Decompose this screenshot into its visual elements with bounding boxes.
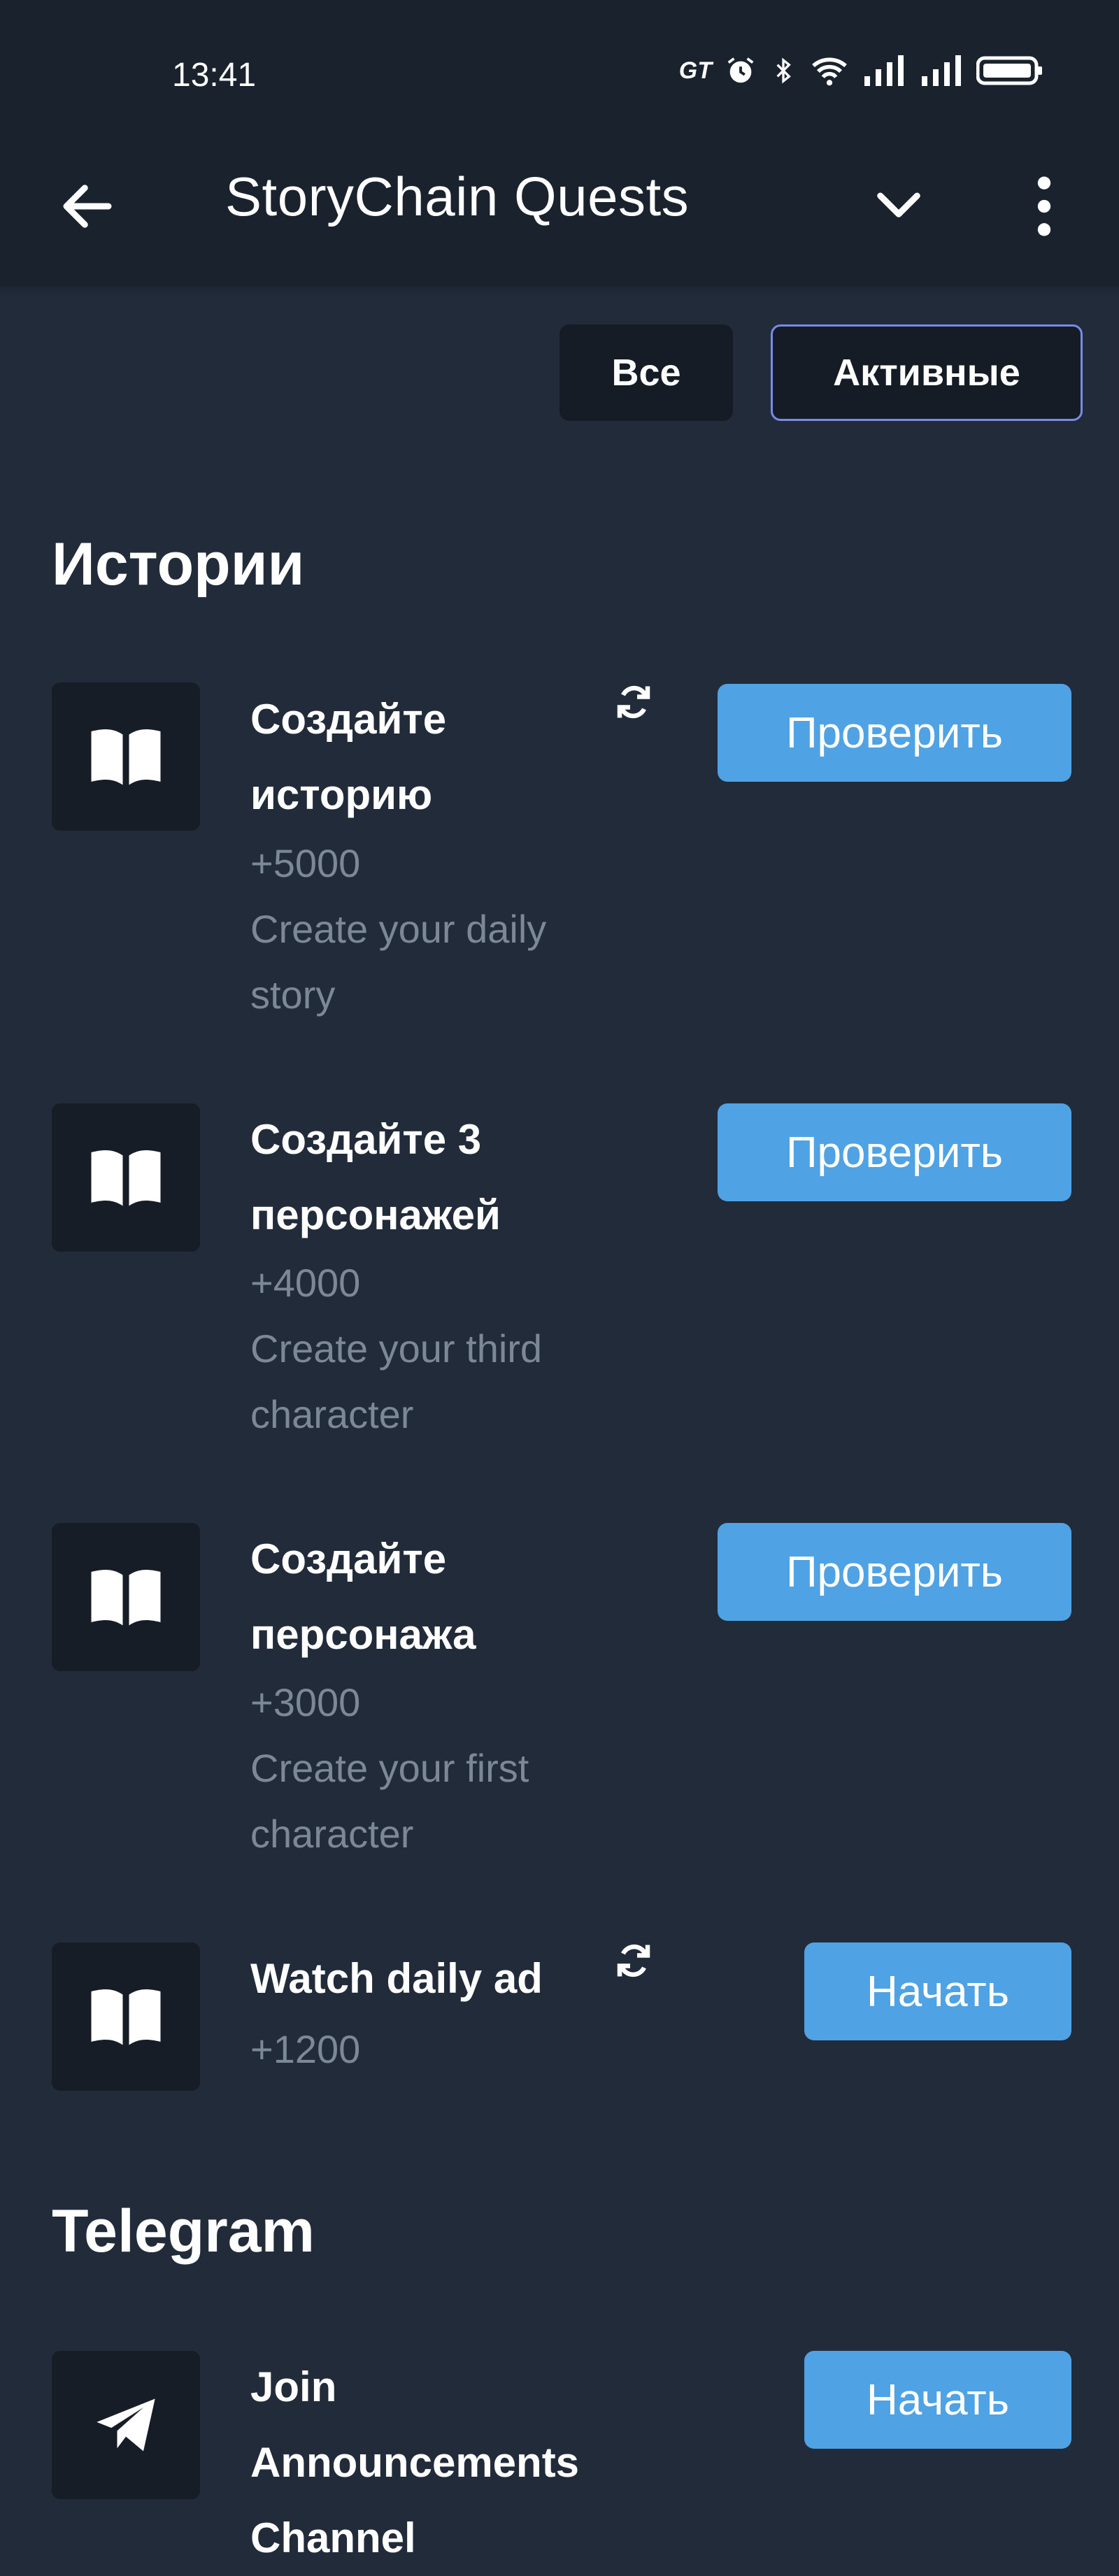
quest-description: Create your daily story xyxy=(250,896,642,1028)
quest-icon-tile xyxy=(52,682,200,831)
wifi-icon xyxy=(812,57,847,86)
signal-icon xyxy=(922,55,961,86)
bluetooth-icon xyxy=(776,57,791,84)
quest-icon-tile xyxy=(52,1942,200,2091)
quest-icon-tile xyxy=(52,2351,200,2499)
book-icon xyxy=(91,1150,161,1206)
filter-active-button[interactable]: Активные xyxy=(771,324,1083,421)
quest-title-line: историю xyxy=(250,771,433,818)
quest-icon-tile xyxy=(52,1103,200,1252)
carrier-badge: GT xyxy=(678,57,712,84)
quest-reward: +1200 xyxy=(250,2027,361,2071)
book-icon xyxy=(91,1989,161,2045)
quest-title: Создайте персонажа xyxy=(250,1522,642,1673)
quest-title-line: персонажа xyxy=(250,1611,476,1658)
refresh-icon xyxy=(617,685,650,719)
quest-reward: +3000 xyxy=(250,1680,361,1724)
check-button[interactable]: Проверить xyxy=(718,1523,1071,1621)
check-button[interactable]: Проверить xyxy=(718,684,1071,782)
status-icons: GT xyxy=(679,55,1043,87)
arrow-left-icon xyxy=(63,185,112,228)
start-button[interactable]: Начать xyxy=(804,1942,1071,2040)
quest-description-line: Create your third xyxy=(250,1326,543,1371)
quest-title-line: Создайте xyxy=(250,696,447,743)
section-title-stories: Истории xyxy=(52,531,305,598)
collapse-button[interactable] xyxy=(867,178,930,234)
quest-title-line: Создайте xyxy=(250,1536,447,1582)
more-vertical-icon xyxy=(1037,176,1051,236)
quest-title: Создайте историю xyxy=(250,682,642,833)
status-bar: 13:41 GT xyxy=(0,0,1119,140)
refresh-icon xyxy=(617,1944,650,1977)
quest-icon-tile xyxy=(52,1523,200,1671)
quest-title: Watch daily ad xyxy=(250,1941,642,2017)
book-icon xyxy=(91,729,161,785)
more-menu-button[interactable] xyxy=(1021,171,1067,241)
quest-title-line: Join Announcements xyxy=(250,2363,580,2486)
chevron-down-icon xyxy=(877,192,920,217)
quest-description-line: Create your daily xyxy=(250,907,547,951)
back-button[interactable] xyxy=(56,175,119,238)
start-button[interactable]: Начать xyxy=(804,2351,1071,2449)
book-icon xyxy=(91,1570,161,1626)
check-button[interactable]: Проверить xyxy=(718,1103,1071,1201)
quest-reward: +4000 xyxy=(250,1261,361,1305)
signal-icon xyxy=(864,55,904,86)
alarm-icon xyxy=(727,57,754,83)
quest-title: Создайте 3 персонажей xyxy=(250,1102,642,1253)
quest-description-line: story xyxy=(250,973,336,1017)
quest-title-line: персонажей xyxy=(250,1192,501,1238)
status-time: 13:41 xyxy=(172,57,257,94)
filter-all-button[interactable]: Все xyxy=(560,324,733,421)
quest-title-line: Channel xyxy=(250,2514,416,2561)
quest-title: Join Announcements Channel xyxy=(250,2349,642,2576)
quest-title-line: Создайте 3 xyxy=(250,1116,482,1163)
battery-icon xyxy=(976,56,1042,85)
quest-description: Create your first character xyxy=(250,1736,642,1867)
quest-title-line: Watch daily ad xyxy=(250,1955,543,2002)
quest-description-line: character xyxy=(250,1812,414,1856)
quest-description: Create your third character xyxy=(250,1316,642,1447)
telegram-send-icon xyxy=(97,2398,155,2452)
section-title-telegram: Telegram xyxy=(52,2198,315,2265)
quest-reward: +5000 xyxy=(250,841,361,885)
app-bar-shadow xyxy=(0,280,1119,296)
quest-description-line: character xyxy=(250,1392,414,1436)
page-title: StoryChain Quests xyxy=(225,166,690,227)
quest-description-line: Create your first xyxy=(250,1746,529,1790)
